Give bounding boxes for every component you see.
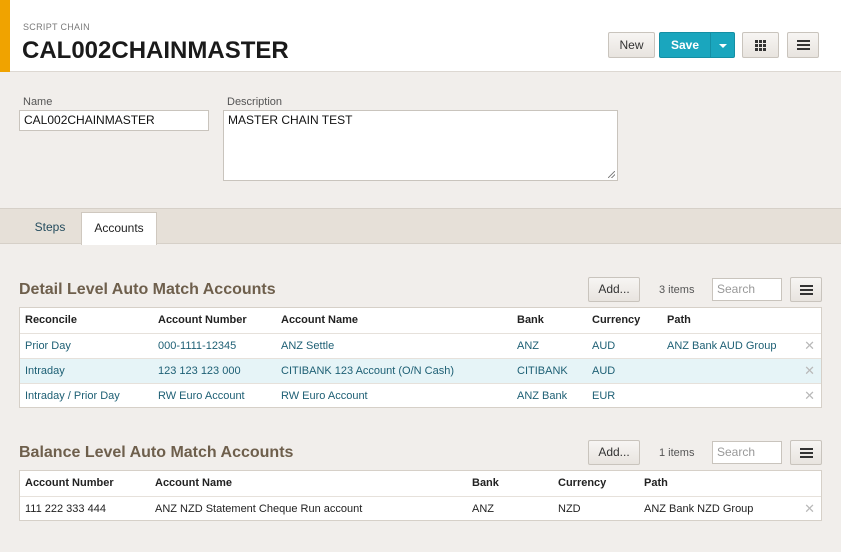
tab-steps[interactable]: Steps (22, 212, 78, 245)
tab-bar: Steps Accounts (0, 208, 841, 245)
bank-cell[interactable]: CITIBANK (517, 359, 568, 383)
account-name-cell[interactable]: ANZ NZD Statement Cheque Run account (155, 497, 362, 521)
balance-search-input[interactable]: Search (712, 441, 782, 464)
table-row[interactable]: Intraday 123 123 123 000 CITIBANK 123 Ac… (20, 358, 821, 383)
caret-down-icon (719, 44, 727, 48)
tab-accounts[interactable]: Accounts (81, 212, 157, 245)
column-header[interactable]: Currency (592, 308, 640, 332)
currency-cell[interactable]: AUD (592, 359, 615, 383)
path-cell[interactable]: ANZ Bank NZD Group (644, 497, 753, 521)
column-header[interactable]: Account Name (281, 308, 358, 332)
bank-cell[interactable]: ANZ Bank (517, 384, 567, 408)
column-header[interactable]: Bank (472, 471, 499, 495)
table-row[interactable]: Prior Day 000-1111-12345 ANZ Settle ANZ … (20, 333, 821, 358)
name-label: Name (23, 96, 53, 108)
currency-cell[interactable]: NZD (558, 497, 581, 521)
path-cell[interactable]: ANZ Bank AUD Group (667, 334, 776, 358)
account-number-cell[interactable]: 111 222 333 444 (25, 497, 106, 521)
balance-add-button[interactable]: Add... (588, 440, 640, 465)
column-header[interactable]: Bank (517, 308, 544, 332)
table-row[interactable]: Intraday / Prior Day RW Euro Account RW … (20, 383, 821, 408)
table-row[interactable]: 111 222 333 444 ANZ NZD Statement Cheque… (20, 496, 821, 521)
reconcile-cell[interactable]: Intraday / Prior Day (25, 384, 120, 408)
new-button[interactable]: New (608, 32, 655, 58)
remove-icon[interactable]: ✕ (804, 497, 815, 521)
detail-list-options-button[interactable] (790, 277, 822, 302)
resize-grip-icon[interactable] (608, 171, 615, 178)
detail-section-title: Detail Level Auto Match Accounts (19, 281, 276, 298)
description-label: Description (227, 96, 283, 108)
page-title: CAL002CHAINMASTER (22, 37, 289, 64)
menu-button[interactable] (787, 32, 819, 58)
bank-cell[interactable]: ANZ (517, 334, 539, 358)
description-text: MASTER CHAIN TEST (228, 113, 353, 127)
grid-icon (755, 40, 767, 51)
description-field[interactable]: MASTER CHAIN TEST (223, 110, 618, 181)
save-button[interactable]: Save (659, 32, 711, 58)
column-header[interactable]: Account Number (158, 308, 247, 332)
account-number-cell[interactable]: RW Euro Account (158, 384, 245, 408)
account-name-cell[interactable]: RW Euro Account (281, 384, 368, 408)
table-header-row: Reconcile Account Number Account Name Ba… (20, 308, 821, 333)
accent-bar (0, 0, 10, 72)
remove-icon[interactable]: ✕ (804, 384, 815, 408)
balance-item-count: 1 items (659, 447, 695, 459)
save-dropdown-button[interactable] (710, 32, 735, 58)
currency-cell[interactable]: EUR (592, 384, 615, 408)
reconcile-cell[interactable]: Prior Day (25, 334, 71, 358)
table-header-row: Account Number Account Name Bank Currenc… (20, 471, 821, 496)
bank-cell[interactable]: ANZ (472, 497, 494, 521)
detail-item-count: 3 items (659, 284, 695, 296)
column-header[interactable]: Path (644, 471, 668, 495)
remove-icon[interactable]: ✕ (804, 359, 815, 383)
column-header[interactable]: Path (667, 308, 691, 332)
menu-icon (800, 448, 813, 459)
detail-search-input[interactable]: Search (712, 278, 782, 301)
currency-cell[interactable]: AUD (592, 334, 615, 358)
balance-list-options-button[interactable] (790, 440, 822, 465)
menu-icon (797, 40, 810, 51)
column-header[interactable]: Reconcile (25, 308, 77, 332)
account-number-cell[interactable]: 123 123 123 000 (158, 359, 241, 383)
account-name-cell[interactable]: CITIBANK 123 Account (O/N Cash) (281, 359, 454, 383)
detail-add-button[interactable]: Add... (588, 277, 640, 302)
column-header[interactable]: Account Number (25, 471, 114, 495)
account-number-cell[interactable]: 000-1111-12345 (158, 334, 236, 358)
detail-accounts-table: Reconcile Account Number Account Name Ba… (19, 307, 822, 408)
page-header: SCRIPT CHAIN CAL002CHAINMASTER New Save (0, 0, 841, 72)
balance-accounts-table: Account Number Account Name Bank Currenc… (19, 470, 822, 521)
breadcrumb: SCRIPT CHAIN (23, 22, 90, 32)
name-field[interactable]: CAL002CHAINMASTER (19, 110, 209, 131)
balance-section-title: Balance Level Auto Match Accounts (19, 444, 294, 461)
column-header[interactable]: Account Name (155, 471, 232, 495)
reconcile-cell[interactable]: Intraday (25, 359, 65, 383)
account-name-cell[interactable]: ANZ Settle (281, 334, 334, 358)
grid-view-button[interactable] (742, 32, 779, 58)
column-header[interactable]: Currency (558, 471, 606, 495)
remove-icon[interactable]: ✕ (804, 334, 815, 358)
menu-icon (800, 285, 813, 296)
